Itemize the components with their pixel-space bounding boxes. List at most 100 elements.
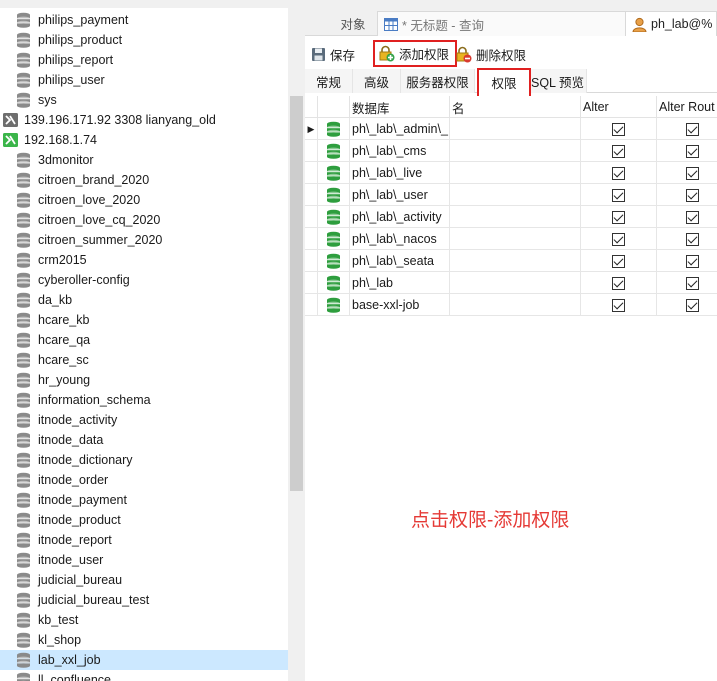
tree-item-database[interactable]: itnode_payment	[0, 490, 288, 510]
alter-routine-checkbox[interactable]	[686, 210, 699, 224]
tree-item-database[interactable]: lab_xxl_job	[0, 650, 288, 670]
alter-checkbox[interactable]	[612, 298, 625, 312]
tree-item-database[interactable]: hcare_sc	[0, 350, 288, 370]
tree-item-database[interactable]: philips_user	[0, 70, 288, 90]
cell-database[interactable]: ph\_lab\_admin\_	[350, 118, 450, 140]
tree-item-database[interactable]: sys	[0, 90, 288, 110]
privilege-row[interactable]: ph\_lab\_user	[305, 184, 717, 206]
tab-objects[interactable]: 对象	[325, 11, 381, 36]
tree-item-connection[interactable]: 192.168.1.74	[0, 130, 288, 150]
cell-name[interactable]	[450, 162, 581, 184]
tree-scrollbar-thumb[interactable]	[290, 96, 303, 491]
tree-item-database[interactable]: hr_young	[0, 370, 288, 390]
connection-tree[interactable]: philips_payment philips_product philips_re…	[0, 8, 288, 681]
cell-database[interactable]: ph\_lab\_seata	[350, 250, 450, 272]
alter-routine-checkbox[interactable]	[686, 166, 699, 180]
database-icon	[17, 512, 30, 528]
cell-database[interactable]: ph\_lab	[350, 272, 450, 294]
tab-user[interactable]: ph_lab@%	[625, 11, 717, 36]
alter-checkbox[interactable]	[612, 232, 625, 246]
alter-routine-checkbox[interactable]	[686, 254, 699, 268]
tree-item-database[interactable]: itnode_user	[0, 550, 288, 570]
tree-item-database[interactable]: itnode_activity	[0, 410, 288, 430]
privilege-row[interactable]: ph\_lab\_nacos	[305, 228, 717, 250]
header-alter-routine[interactable]: Alter Rout	[657, 96, 717, 118]
tree-item-database[interactable]: cyberoller-config	[0, 270, 288, 290]
alter-routine-checkbox[interactable]	[686, 188, 699, 202]
tree-item-database[interactable]: judicial_bureau_test	[0, 590, 288, 610]
tree-item-connection[interactable]: 139.196.171.92 3308 lianyang_old	[0, 110, 288, 130]
tree-item-database[interactable]: kb_test	[0, 610, 288, 630]
save-button[interactable]: 保存	[311, 43, 355, 65]
tree-item-label: information_schema	[38, 393, 151, 407]
privilege-row[interactable]: ▶ ph\_lab\_admin\_	[305, 118, 717, 140]
cell-name[interactable]	[450, 118, 581, 140]
privilege-row[interactable]: base-xxl-job	[305, 294, 717, 316]
privilege-row[interactable]: ph\_lab\_seata	[305, 250, 717, 272]
cell-name[interactable]	[450, 228, 581, 250]
tree-item-database[interactable]: philips_report	[0, 50, 288, 70]
privilege-row[interactable]: ph\_lab\_cms	[305, 140, 717, 162]
cell-name[interactable]	[450, 250, 581, 272]
tab-advanced[interactable]: 高级	[353, 69, 401, 93]
tree-item-database[interactable]: hcare_kb	[0, 310, 288, 330]
tree-item-database[interactable]: philips_product	[0, 30, 288, 50]
tree-item-database[interactable]: ll_confluence	[0, 670, 288, 681]
cell-name[interactable]	[450, 184, 581, 206]
tree-item-database[interactable]: citroen_love_2020	[0, 190, 288, 210]
privilege-row[interactable]: ph\_lab\_live	[305, 162, 717, 184]
alter-routine-checkbox[interactable]	[686, 276, 699, 290]
cell-name[interactable]	[450, 206, 581, 228]
alter-routine-checkbox[interactable]	[686, 144, 699, 158]
tree-item-database[interactable]: citroen_love_cq_2020	[0, 210, 288, 230]
alter-checkbox[interactable]	[612, 166, 625, 180]
tree-item-database[interactable]: da_kb	[0, 290, 288, 310]
delete-privilege-button[interactable]: 删除权限	[455, 43, 526, 65]
tree-item-database[interactable]: citroen_summer_2020	[0, 230, 288, 250]
tree-item-database[interactable]: itnode_dictionary	[0, 450, 288, 470]
cell-database[interactable]: ph\_lab\_live	[350, 162, 450, 184]
alter-routine-checkbox[interactable]	[686, 232, 699, 246]
cell-database[interactable]: base-xxl-job	[350, 294, 450, 316]
tree-item-database[interactable]: philips_payment	[0, 10, 288, 30]
header-alter[interactable]: Alter	[581, 96, 657, 118]
tree-item-database[interactable]: judicial_bureau	[0, 570, 288, 590]
header-database[interactable]: 数据库	[350, 96, 450, 118]
alter-checkbox[interactable]	[612, 276, 625, 290]
cell-database[interactable]: ph\_lab\_cms	[350, 140, 450, 162]
alter-checkbox[interactable]	[612, 188, 625, 202]
tree-item-label: kb_test	[38, 613, 79, 627]
cell-database[interactable]: ph\_lab\_activity	[350, 206, 450, 228]
tree-scrollbar[interactable]	[288, 8, 305, 681]
tab-server-privileges[interactable]: 服务器权限	[401, 69, 475, 93]
tree-item-database[interactable]: citroen_brand_2020	[0, 170, 288, 190]
tree-item-database[interactable]: itnode_product	[0, 510, 288, 530]
privilege-row[interactable]: ph\_lab\_activity	[305, 206, 717, 228]
tree-item-database[interactable]: information_schema	[0, 390, 288, 410]
tab-general[interactable]: 常规	[305, 69, 353, 93]
cell-name[interactable]	[450, 294, 581, 316]
tree-item-database[interactable]: itnode_report	[0, 530, 288, 550]
alter-checkbox[interactable]	[612, 144, 625, 158]
tab-sql-preview[interactable]: SQL 预览	[529, 69, 587, 93]
cell-name[interactable]	[450, 272, 581, 294]
tree-item-database[interactable]: kl_shop	[0, 630, 288, 650]
tab-query[interactable]: * 无标题 - 查询	[377, 11, 627, 36]
tree-item-database[interactable]: crm2015	[0, 250, 288, 270]
cell-database[interactable]: ph\_lab\_user	[350, 184, 450, 206]
tree-item-database[interactable]: itnode_data	[0, 430, 288, 450]
privilege-row[interactable]: ph\_lab	[305, 272, 717, 294]
alter-routine-checkbox[interactable]	[686, 122, 699, 136]
alter-routine-checkbox[interactable]	[686, 298, 699, 312]
alter-checkbox[interactable]	[612, 210, 625, 224]
alter-checkbox[interactable]	[612, 254, 625, 268]
add-privilege-button[interactable]: 添加权限	[373, 40, 457, 67]
tree-item-database[interactable]: hcare_qa	[0, 330, 288, 350]
cell-name[interactable]	[450, 140, 581, 162]
tree-item-database[interactable]: 3dmonitor	[0, 150, 288, 170]
alter-checkbox[interactable]	[612, 122, 625, 136]
tree-item-database[interactable]: itnode_order	[0, 470, 288, 490]
cell-database[interactable]: ph\_lab\_nacos	[350, 228, 450, 250]
tab-privileges[interactable]: 权限	[477, 68, 531, 98]
header-name[interactable]: 名	[450, 96, 581, 118]
